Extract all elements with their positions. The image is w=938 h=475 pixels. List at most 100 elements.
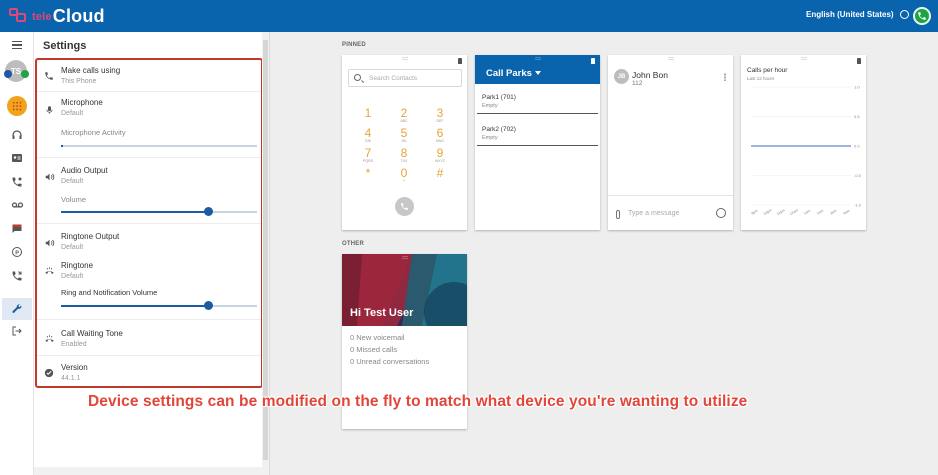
dialpad-key[interactable]: 1 xyxy=(356,107,380,119)
dialpad-key[interactable]: 2 ABC xyxy=(392,107,416,124)
search-icon xyxy=(354,74,361,81)
drag-handle-icon[interactable] xyxy=(667,57,674,60)
status-badge-icon xyxy=(21,70,29,78)
contact-card-icon[interactable] xyxy=(6,149,28,167)
dialpad-key-digit: 6 xyxy=(436,126,444,140)
language-label: English (United States) xyxy=(806,10,894,19)
setting-call-waiting[interactable]: Call Waiting Tone Enabled xyxy=(37,320,261,356)
attachment-icon[interactable] xyxy=(616,210,620,219)
call-history-icon[interactable] xyxy=(6,267,28,285)
svg-text:P: P xyxy=(15,250,19,256)
park-item[interactable]: Park2 (702) Empty xyxy=(477,119,598,146)
speaker-icon xyxy=(43,237,55,249)
chart-x-tick-label: 9pm xyxy=(750,209,758,216)
dialpad-key-letters: DEF xyxy=(436,119,444,123)
dialpad-key[interactable]: 4 GHI xyxy=(356,127,380,144)
dialpad-key[interactable]: # xyxy=(428,167,452,179)
dialpad-key[interactable]: 0 + xyxy=(392,167,416,184)
call-parks-header: Call Parks xyxy=(475,55,600,84)
contact-extension: 112 xyxy=(632,80,643,87)
setting-value: Default xyxy=(61,178,84,185)
unread-conversations-count[interactable]: 0 Unread conversations xyxy=(350,357,429,366)
call-parks-dropdown[interactable]: Call Parks xyxy=(486,68,541,79)
language-selector[interactable]: English (United States) xyxy=(806,10,920,19)
drag-handle-icon[interactable] xyxy=(401,256,408,259)
setting-ringtone-output[interactable]: Ringtone Output Default xyxy=(37,224,261,256)
dialpad-key[interactable]: * xyxy=(356,167,380,179)
more-options-icon[interactable] xyxy=(724,73,726,81)
dialpad-key-letters: TUV xyxy=(400,159,408,163)
chart-y-tick-label: 1.0 xyxy=(854,85,860,90)
setting-label: Ringtone Output xyxy=(61,232,120,241)
volume-slider[interactable] xyxy=(61,207,257,216)
speaker-icon xyxy=(43,171,55,183)
dialpad-key-digit: 1 xyxy=(364,106,372,120)
drag-handle-icon[interactable] xyxy=(534,57,541,60)
phone-icon xyxy=(918,12,926,20)
setting-audio-output[interactable]: Audio Output Default Volume xyxy=(37,158,261,224)
logout-icon[interactable] xyxy=(6,322,28,340)
left-navigation-rail: TS P xyxy=(0,32,34,475)
dialpad-key-digit: # xyxy=(436,166,444,180)
call-forward-icon[interactable] xyxy=(6,173,28,191)
headset-icon[interactable] xyxy=(6,126,28,144)
chat-card: JB John Bon 112 Type a message xyxy=(608,55,733,230)
missed-calls-count[interactable]: 0 Missed calls xyxy=(350,345,397,354)
dialpad-key[interactable]: 3 DEF xyxy=(428,107,452,124)
parking-icon[interactable]: P xyxy=(6,243,28,261)
chat-icon[interactable] xyxy=(6,220,28,238)
phone-status-button[interactable] xyxy=(913,7,931,25)
dialpad-key[interactable]: 9 WXYZ xyxy=(428,147,452,164)
chart-x-tick-label: 4am xyxy=(842,209,850,216)
message-input[interactable]: Type a message xyxy=(628,210,679,217)
setting-label: Ringtone xyxy=(61,261,94,270)
ring-volume-slider[interactable] xyxy=(61,301,257,310)
dialpad-key[interactable]: 7 PQRS xyxy=(356,147,380,164)
setting-ringtone[interactable]: Ringtone Default Ring and Notification V… xyxy=(37,256,261,320)
park-name: Park2 (702) xyxy=(482,126,516,133)
top-bar: teleCloud English (United States) xyxy=(0,0,938,32)
phone-icon xyxy=(401,203,408,210)
dialpad-key-letters: MNO xyxy=(435,139,445,143)
menu-icon[interactable] xyxy=(6,36,28,54)
dialpad-key-letters: WXYZ xyxy=(434,159,446,163)
new-voicemail-count[interactable]: 0 New voicemail xyxy=(350,333,405,342)
call-parks-card: Call Parks Park1 (701) Empty Park2 (702)… xyxy=(475,55,600,230)
dialpad-key-digit: 0 xyxy=(400,166,408,180)
setting-label: Microphone xyxy=(61,98,103,107)
chart-x-tick-label: 2am xyxy=(816,209,824,216)
drag-handle-icon[interactable] xyxy=(401,57,408,60)
contact-search-input[interactable]: Search Contacts xyxy=(348,69,462,87)
settings-horizontal-scrollbar[interactable] xyxy=(34,467,262,475)
chart-x-tick-label: 12am xyxy=(789,208,799,216)
call-button[interactable] xyxy=(395,197,414,216)
ringing-phone-icon xyxy=(43,333,55,345)
setting-value: Default xyxy=(61,244,84,251)
pinned-section-label: PINNED xyxy=(342,42,366,48)
dialpad-key[interactable]: 8 TUV xyxy=(392,147,416,164)
dialpad-key[interactable]: 6 MNO xyxy=(428,127,452,144)
app-logo[interactable]: teleCloud xyxy=(8,4,105,28)
dialpad-key-digit: 9 xyxy=(436,146,444,160)
ring-volume-slider-handle[interactable] xyxy=(204,301,213,310)
chart-x-tick-label: 3am xyxy=(829,209,837,216)
dialpad-key[interactable]: 5 JKL xyxy=(392,127,416,144)
greeting-title: Hi Test User xyxy=(350,307,414,319)
dialpad-key-digit: 3 xyxy=(436,106,444,120)
dialpad-card: Search Contacts 1 2 ABC 3 DEF 4 GHI 5 JKL 6 MNO 7 PQ… xyxy=(342,55,467,230)
emoji-icon[interactable] xyxy=(716,208,726,218)
park-item[interactable]: Park1 (701) Empty xyxy=(477,87,598,114)
dialpad-button[interactable] xyxy=(7,96,27,116)
device-settings-highlight: Make calls using This Phone Microphone D… xyxy=(35,58,263,388)
dialpad-key-digit: 8 xyxy=(400,146,408,160)
voicemail-icon[interactable] xyxy=(6,196,28,214)
chart-y-tick-label: 0.0 xyxy=(854,144,860,149)
setting-make-calls[interactable]: Make calls using This Phone xyxy=(37,60,261,92)
pin-icon[interactable] xyxy=(591,58,595,64)
wrench-icon[interactable] xyxy=(6,300,28,318)
globe-icon xyxy=(899,10,909,19)
volume-slider-handle[interactable] xyxy=(204,207,213,216)
setting-microphone[interactable]: Microphone Default Microphone Activity xyxy=(37,92,261,158)
pin-icon[interactable] xyxy=(458,58,462,64)
chevron-down-icon xyxy=(534,71,541,75)
